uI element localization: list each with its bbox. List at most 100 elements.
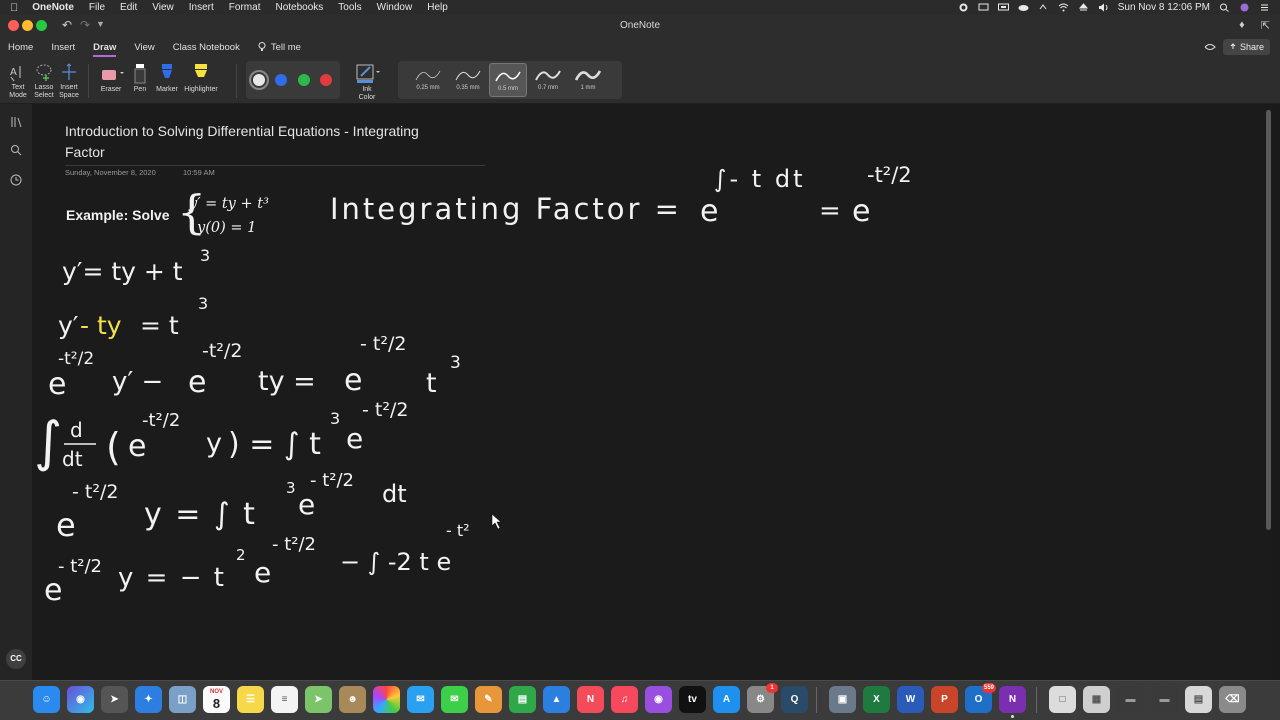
menu-help[interactable]: Help <box>427 2 448 13</box>
tab-class-notebook[interactable]: Class Notebook <box>173 38 240 57</box>
menu-insert[interactable]: Insert <box>189 2 214 13</box>
ink-e-base: e <box>346 422 363 455</box>
quicktime-icon[interactable]: Q <box>781 686 808 713</box>
outlook-icon[interactable]: O 559 <box>965 683 996 713</box>
siri-icon[interactable] <box>1239 3 1250 12</box>
powerpoint-icon[interactable]: P <box>931 686 958 713</box>
contacts-icon[interactable]: ☻ <box>339 686 366 713</box>
numbers-icon[interactable]: ▤ <box>509 686 536 713</box>
pages-icon[interactable]: ✎ <box>475 686 502 713</box>
menu-tools[interactable]: Tools <box>338 2 361 13</box>
window-thumbnail-3[interactable]: ▬ <box>1151 686 1178 713</box>
control-list-icon[interactable] <box>1259 3 1270 12</box>
menu-view[interactable]: View <box>152 2 174 13</box>
app-store-icon[interactable]: A <box>713 686 740 713</box>
notifications-bell-icon[interactable]: ♦ <box>1239 19 1245 32</box>
menu-format[interactable]: Format <box>229 2 261 13</box>
thickness-0-5mm[interactable]: 0.5 mm <box>489 63 527 97</box>
messages-icon[interactable]: ✉ <box>441 686 468 713</box>
marker-button[interactable]: Marker <box>154 62 180 94</box>
collaborate-icon[interactable] <box>1204 42 1216 52</box>
keynote-icon[interactable]: ▲ <box>543 686 570 713</box>
onenote-icon[interactable]: N <box>999 686 1026 713</box>
window-thumbnail-4[interactable]: ▤ <box>1185 686 1212 713</box>
thickness-0-7mm[interactable]: 0.7 mm <box>529 63 567 97</box>
search-icon[interactable] <box>10 144 22 156</box>
swatch-green[interactable] <box>298 74 310 86</box>
scrollbar-thumb[interactable] <box>1266 110 1271 530</box>
screenshot-tool-icon[interactable]: ▣ <box>829 686 856 713</box>
finder-icon[interactable]: ☺ <box>33 686 60 713</box>
recent-notes-clock-icon[interactable] <box>10 174 22 186</box>
menubar-clock[interactable]: Sun Nov 8 12:06 PM <box>1118 2 1210 13</box>
thickness-label: 0.25 mm <box>416 85 440 91</box>
notebooks-icon[interactable] <box>10 116 22 128</box>
thickness-0-35mm[interactable]: 0.35 mm <box>449 63 487 97</box>
calendar-icon[interactable]: NOV 8 <box>203 686 230 713</box>
launchpad-icon[interactable]: ➤ <box>101 686 128 713</box>
apple-tv-icon[interactable]: tv <box>679 686 706 713</box>
swatch-red[interactable] <box>320 74 332 86</box>
trash-icon[interactable]: ⌫ <box>1219 686 1246 713</box>
eraser-button[interactable]: Eraser <box>96 62 126 94</box>
cloud-icon[interactable] <box>1018 3 1029 12</box>
screen-share-icon[interactable] <box>978 3 989 12</box>
window-thumbnail-1[interactable]: ▦ <box>1083 686 1110 713</box>
tab-home[interactable]: Home <box>8 38 33 57</box>
lasso-select-button[interactable]: Lasso Select <box>32 62 56 100</box>
record-icon[interactable] <box>958 3 969 12</box>
photos-icon[interactable] <box>373 686 400 713</box>
siri-app-icon[interactable]: ◉ <box>67 686 94 713</box>
ink-color-button[interactable]: Ink Color <box>350 62 384 102</box>
insert-space-button[interactable]: Insert Space <box>57 62 81 100</box>
text-mode-button[interactable]: A Text Mode <box>6 62 30 100</box>
thickness-1mm[interactable]: 1 mm <box>569 63 607 97</box>
share-button[interactable]: Share <box>1222 39 1270 55</box>
word-icon[interactable]: W <box>897 686 924 713</box>
sync-icon[interactable] <box>1038 3 1049 12</box>
pen-button[interactable]: Pen <box>128 62 152 94</box>
menu-file[interactable]: File <box>89 2 105 13</box>
volume-icon[interactable] <box>1098 3 1109 12</box>
notes-app-icon[interactable]: ☰ <box>237 686 264 713</box>
highlighter-button[interactable]: Highlighter <box>182 62 220 94</box>
excel-icon[interactable]: X <box>863 686 890 713</box>
maps-icon[interactable]: ➤ <box>305 686 332 713</box>
menu-window[interactable]: Window <box>377 2 413 13</box>
fullscreen-toggle-icon[interactable]: ⇱ <box>1261 19 1270 32</box>
music-icon[interactable]: ♫ <box>611 686 638 713</box>
display-icon[interactable] <box>997 3 1009 12</box>
note-canvas[interactable]: Introduction to Solving Differential Equ… <box>32 104 1272 680</box>
tell-me-search[interactable]: Tell me <box>258 38 301 57</box>
eject-icon[interactable] <box>1078 3 1089 12</box>
system-preferences-icon[interactable]: ⚙ 1 <box>747 683 778 713</box>
tab-view[interactable]: View <box>134 38 154 57</box>
wifi-icon[interactable] <box>1058 3 1069 12</box>
menu-notebooks[interactable]: Notebooks <box>275 2 323 13</box>
tab-draw[interactable]: Draw <box>93 38 117 57</box>
ink-exponent: - t²/2 <box>72 481 118 503</box>
safari-icon[interactable]: ✦ <box>135 686 162 713</box>
swatch-white[interactable] <box>249 70 269 90</box>
news-icon[interactable]: N <box>577 686 604 713</box>
reminders-icon[interactable]: ≡ <box>271 686 298 713</box>
messages-blue-icon[interactable]: ✉ <box>407 686 434 713</box>
thickness-0-25mm[interactable]: 0.25 mm <box>409 63 447 97</box>
ink-color-swatches <box>246 61 340 99</box>
insert-space-icon <box>62 63 76 80</box>
apple-menu-icon[interactable]:  <box>10 2 18 14</box>
preview-icon[interactable]: ◫ <box>169 686 196 713</box>
menu-app-name[interactable]: OneNote <box>32 2 74 13</box>
spotlight-search-icon[interactable] <box>1219 3 1230 12</box>
closed-captions-button[interactable]: CC <box>6 649 26 669</box>
share-label: Share <box>1239 42 1264 52</box>
swatch-blue[interactable] <box>275 74 287 86</box>
thickness-label: 0.5 mm <box>497 86 518 92</box>
podcasts-icon[interactable]: ◉ <box>645 686 672 713</box>
document-stack-icon[interactable]: □ <box>1049 686 1076 713</box>
vertical-scrollbar[interactable] <box>1264 104 1272 680</box>
menu-edit[interactable]: Edit <box>120 2 137 13</box>
handwritten-ink[interactable]: Integrating Factor = e ∫- t dt = e -t²/2… <box>32 104 1272 680</box>
tab-insert[interactable]: Insert <box>51 38 75 57</box>
window-thumbnail-2[interactable]: ▬ <box>1117 686 1144 713</box>
